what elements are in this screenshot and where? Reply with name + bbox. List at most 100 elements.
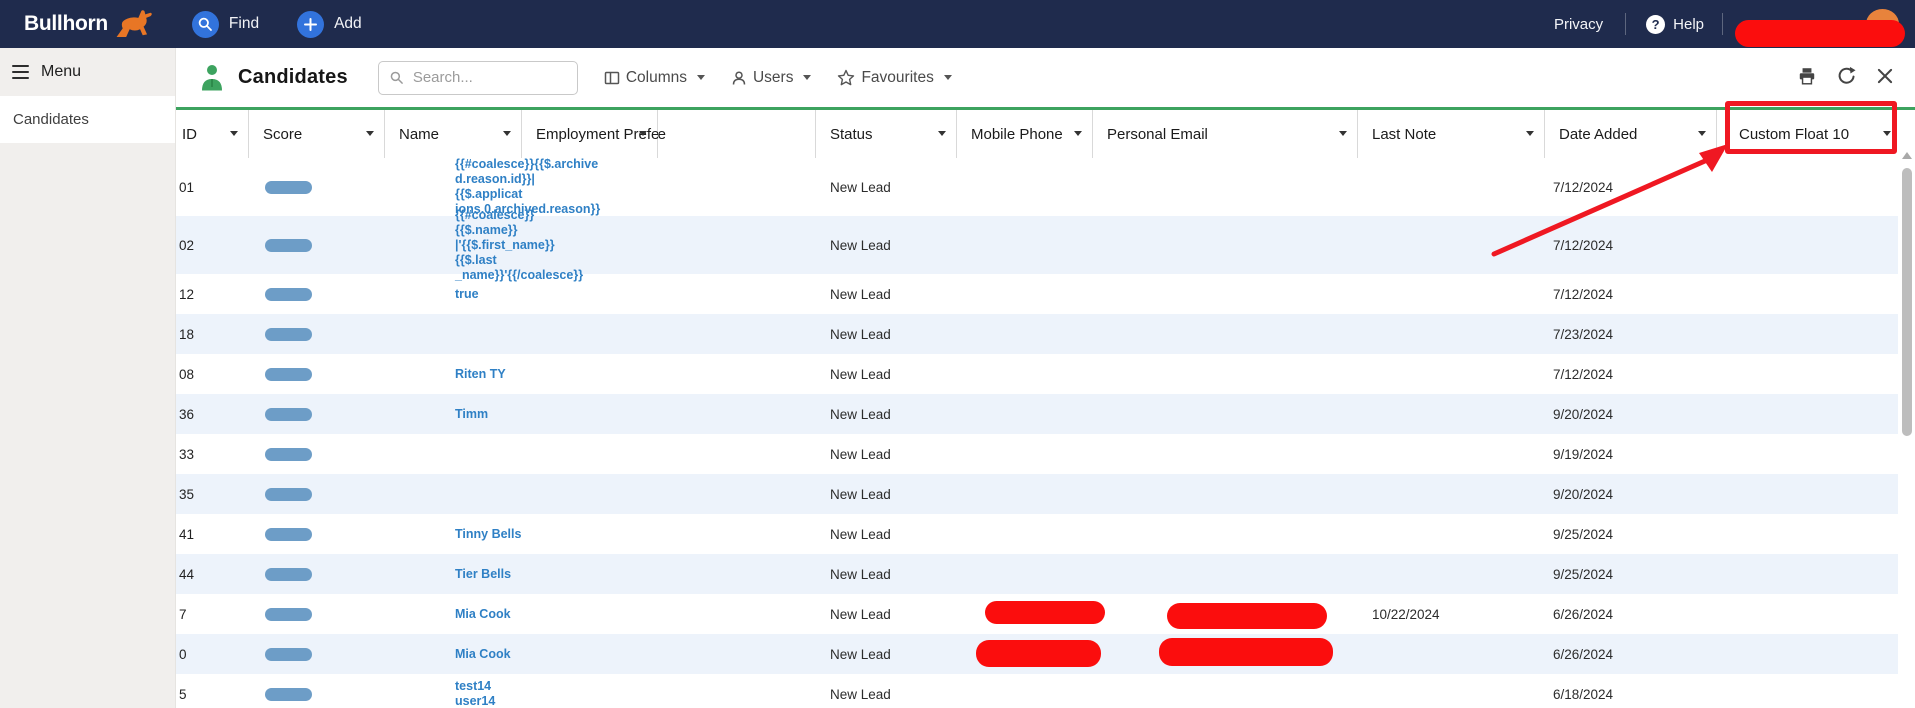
- cell-custom_float: [1717, 216, 1898, 274]
- cell-name: {{#coalesce}}{{$.name}} |'{{$.first_name…: [385, 208, 583, 282]
- menu-toggle[interactable]: Menu: [0, 48, 175, 96]
- help-button[interactable]: ? Help: [1646, 14, 1704, 34]
- score-pill: [265, 647, 312, 661]
- candidate-name-link[interactable]: Mia Cook: [455, 607, 511, 622]
- cell-extra: [658, 354, 816, 394]
- cell-score: [249, 354, 385, 394]
- header-cell-name[interactable]: Name: [385, 110, 522, 158]
- sidebar-item-label: Candidates: [13, 111, 89, 128]
- cell-status: New Lead: [830, 406, 891, 422]
- cell-score: [249, 434, 385, 474]
- navbar-divider: [1722, 13, 1723, 35]
- cell-employment: [522, 554, 658, 594]
- cell-name: test14 user14: [385, 674, 522, 708]
- header-cell-custom_float[interactable]: Custom Float 10: [1717, 110, 1898, 158]
- find-button[interactable]: Find: [191, 10, 259, 38]
- close-icon[interactable]: [1875, 66, 1895, 86]
- cell-date_added: 7/12/2024: [1553, 366, 1614, 382]
- table-row[interactable]: 12 true New Lead 7/12/2024: [176, 274, 1898, 314]
- cell-custom_float: [1717, 514, 1898, 554]
- cell-date_added: 9/20/2024: [1553, 406, 1614, 422]
- table-row[interactable]: 18 New Lead 7/23/2024: [176, 314, 1898, 354]
- table-row[interactable]: 44 Tier Bells New Lead 9/25/2024: [176, 554, 1898, 594]
- favourites-label: Favourites: [861, 68, 934, 86]
- cell-extra: [658, 158, 816, 216]
- candidate-name-link[interactable]: true: [455, 287, 479, 302]
- sort-caret-icon[interactable]: [366, 131, 374, 136]
- candidate-name-link[interactable]: Riten TY: [455, 367, 506, 382]
- cell-id: 0: [179, 646, 187, 662]
- header-label-custom_float: Custom Float 10: [1739, 125, 1850, 143]
- header-cell-status[interactable]: Status: [816, 110, 957, 158]
- scrollbar-up-arrow-icon[interactable]: [1902, 152, 1912, 159]
- bullhorn-logo-text: Bullhorn: [24, 12, 108, 35]
- table-row[interactable]: 0 Mia Cook New Lead 6/26/2024: [176, 634, 1898, 674]
- columns-dropdown[interactable]: Columns: [604, 69, 705, 87]
- bullhorn-logo[interactable]: Bullhorn: [24, 7, 154, 41]
- cell-email: [1093, 594, 1358, 634]
- add-button[interactable]: Add: [297, 10, 362, 38]
- cell-mobile: [957, 674, 1093, 708]
- cell-extra: [658, 554, 816, 594]
- cell-status: New Lead: [830, 446, 891, 462]
- table-row[interactable]: 7 Mia Cook New Lead 10/22/2024 6/26/2024: [176, 594, 1898, 634]
- table-row[interactable]: 08 Riten TY New Lead 7/12/2024: [176, 354, 1898, 394]
- candidate-name-link[interactable]: Tier Bells: [455, 567, 511, 582]
- cell-mobile: [957, 158, 1093, 216]
- cell-mobile: [957, 434, 1093, 474]
- table-row[interactable]: 5 test14 user14 New Lead 6/18/2024: [176, 674, 1898, 708]
- header-label-id: ID: [182, 125, 197, 143]
- header-cell-last_note[interactable]: Last Note: [1358, 110, 1545, 158]
- sort-caret-icon[interactable]: [639, 131, 647, 136]
- privacy-link[interactable]: Privacy: [1554, 16, 1603, 33]
- sort-caret-icon[interactable]: [230, 131, 238, 136]
- table-row[interactable]: 01 {{#coalesce}}{{$.archive d.reason.id}}…: [176, 158, 1898, 216]
- header-cell-mobile[interactable]: Mobile Phone: [957, 110, 1093, 158]
- print-icon[interactable]: [1797, 66, 1817, 86]
- cell-extra: [658, 474, 816, 514]
- search-input[interactable]: [410, 68, 565, 87]
- sort-caret-icon[interactable]: [1698, 131, 1706, 136]
- header-label-name: Name: [399, 125, 440, 143]
- refresh-icon[interactable]: [1836, 66, 1856, 86]
- candidate-name-link[interactable]: Mia Cook: [455, 647, 511, 662]
- table-row[interactable]: 35 New Lead 9/20/2024: [176, 474, 1898, 514]
- sidebar-item-candidates[interactable]: Candidates: [0, 96, 175, 143]
- help-icon: ?: [1646, 14, 1666, 34]
- cell-last_note: [1358, 314, 1545, 354]
- sort-caret-icon[interactable]: [1339, 131, 1347, 136]
- vertical-scrollbar-thumb[interactable]: [1902, 168, 1912, 436]
- cell-status: New Lead: [830, 366, 891, 382]
- sort-caret-icon[interactable]: [1883, 131, 1891, 136]
- cell-extra: [658, 634, 816, 674]
- table-row[interactable]: 02 {{#coalesce}}{{$.name}} |'{{$.first_na…: [176, 208, 1898, 282]
- table-row[interactable]: 36 Timm New Lead 9/20/2024: [176, 394, 1898, 434]
- header-cell-email[interactable]: Personal Email: [1093, 110, 1358, 158]
- sort-caret-icon[interactable]: [1074, 131, 1082, 136]
- cell-id: 08: [179, 366, 195, 382]
- candidate-name-link[interactable]: Timm: [455, 407, 488, 422]
- favourites-dropdown[interactable]: Favourites: [837, 68, 952, 87]
- user-menu[interactable]: [1735, 4, 1907, 47]
- cell-extra: [658, 314, 816, 354]
- table-row[interactable]: 33 New Lead 9/19/2024: [176, 434, 1898, 474]
- cell-last_note: [1358, 434, 1545, 474]
- candidate-name-link[interactable]: test14 user14: [455, 679, 522, 708]
- columns-icon: [604, 71, 620, 84]
- cell-status: New Lead: [830, 326, 891, 342]
- sort-caret-icon[interactable]: [1526, 131, 1534, 136]
- sort-caret-icon[interactable]: [938, 131, 946, 136]
- header-cell-date_added[interactable]: Date Added: [1545, 110, 1717, 158]
- header-cell-score[interactable]: Score: [249, 110, 385, 158]
- cell-employment: [522, 434, 658, 474]
- score-pill: [265, 367, 312, 381]
- candidate-name-link[interactable]: Tinny Bells: [455, 527, 521, 542]
- header-cell-employment[interactable]: Employment Prefer e: [522, 110, 666, 158]
- cell-custom_float: [1717, 394, 1898, 434]
- sort-caret-icon[interactable]: [503, 131, 511, 136]
- header-cell-id[interactable]: ID: [176, 110, 249, 158]
- cell-date_added: 7/12/2024: [1553, 286, 1614, 302]
- header-cell-extra[interactable]: [658, 110, 816, 158]
- table-row[interactable]: 41 Tinny Bells New Lead 9/25/2024: [176, 514, 1898, 554]
- users-dropdown[interactable]: Users: [731, 69, 812, 87]
